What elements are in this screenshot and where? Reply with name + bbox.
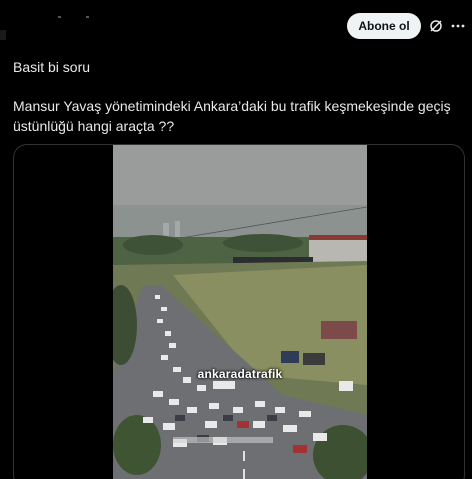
video-player[interactable]: ankaradatrafik bbox=[113, 145, 367, 479]
header-divider-mark bbox=[58, 16, 61, 18]
tweet-text-line: Basit bi soru bbox=[13, 59, 91, 75]
avatar[interactable] bbox=[0, 30, 6, 40]
video-frame bbox=[113, 145, 367, 479]
header-divider-mark bbox=[86, 16, 89, 18]
tweet-text-line: Mansur Yavaş yönetimindeki Ankara’daki b… bbox=[13, 98, 451, 114]
follow-button[interactable]: Abone ol bbox=[347, 13, 421, 39]
tweet-text-line: üstünlüğü hangi araçta ?? bbox=[13, 118, 175, 134]
grok-icon[interactable] bbox=[429, 19, 443, 33]
media-card[interactable]: ankaradatrafik bbox=[13, 144, 465, 479]
video-watermark: ankaradatrafik bbox=[197, 367, 283, 381]
tweet-header: Abone ol bbox=[0, 0, 472, 52]
more-icon[interactable] bbox=[451, 19, 465, 33]
